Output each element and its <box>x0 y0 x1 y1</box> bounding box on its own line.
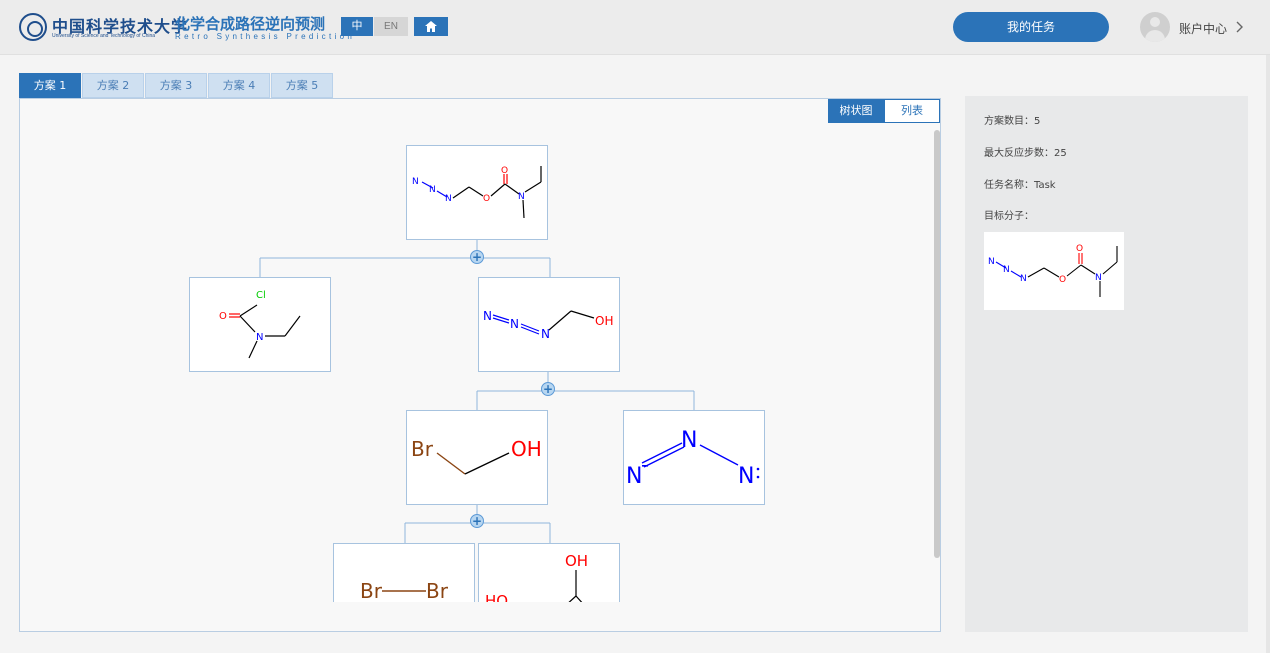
app-title-cn: 化学合成路径逆向预测 <box>175 16 326 33</box>
plan-count-text: 方案数目：5 <box>984 116 1041 127</box>
atom-label: Br <box>411 437 434 461</box>
atom-label: O <box>219 311 227 322</box>
page-scrollbar[interactable] <box>1266 55 1270 653</box>
atom-label: N <box>518 192 525 202</box>
home-button[interactable] <box>414 17 448 36</box>
atom-label: N <box>445 194 452 204</box>
my-tasks-button[interactable]: 我的任务 <box>953 12 1109 42</box>
chevron-right-icon[interactable] <box>1236 21 1244 33</box>
precursor-azide-card[interactable]: N N N <box>623 410 765 505</box>
atom-label: N <box>1095 273 1102 283</box>
carbamoyl-chloride-structure: Cl O N <box>219 290 301 359</box>
synthesis-tree: N N N O O N + Cl O N N N N OH + Br OH N … <box>20 125 932 602</box>
atom-label: N <box>1003 265 1010 275</box>
target-molecule-image: N N N O O N <box>984 232 1124 310</box>
app-title-en: Retro Synthesis Prediction <box>175 32 356 41</box>
atom-label: N <box>256 332 263 343</box>
atom-label: O <box>501 166 508 176</box>
atom-label: N <box>681 428 697 453</box>
tree-scrollbar[interactable] <box>934 130 940 558</box>
tab-plan-1[interactable]: 方案 1 <box>19 73 81 98</box>
atom-label: HO <box>485 592 508 602</box>
expand-node-button[interactable]: + <box>470 250 484 264</box>
expand-node-button[interactable]: + <box>470 514 484 528</box>
precursor-diol-card[interactable]: OH HO <box>478 543 620 602</box>
atom-label: N <box>541 327 550 341</box>
home-icon <box>425 21 437 32</box>
atom-label: N <box>429 185 436 195</box>
atom-label: N <box>1020 274 1027 284</box>
lang-zh-button[interactable]: 中 <box>341 17 373 36</box>
account-center-link[interactable]: 账户中心 <box>1179 20 1227 37</box>
lang-en-button[interactable]: EN <box>374 17 408 36</box>
list-view-button[interactable]: 列表 <box>884 99 940 123</box>
app-header: 中国科学技术大学 University of Science and Techn… <box>0 0 1270 55</box>
precursor-azidomethanol-card[interactable]: N N N OH <box>478 277 620 372</box>
task-name-text: 任务名称：Task <box>984 180 1056 191</box>
atom-label: O <box>1076 244 1083 254</box>
tree-view-button[interactable]: 树状图 <box>828 99 884 123</box>
atom-label: N <box>510 317 519 331</box>
atom-label: OH <box>595 314 613 328</box>
target-molecule-structure: N N N O O N <box>412 166 542 219</box>
target-molecule-label: 目标分子： <box>984 211 1034 222</box>
bromine-structure: Br Br <box>360 579 449 602</box>
expand-node-button[interactable]: + <box>541 382 555 396</box>
atom-label: O <box>483 194 490 204</box>
university-emblem-icon <box>19 13 47 41</box>
atom-label: N <box>483 309 492 323</box>
precursor-carbamoyl-chloride-card[interactable]: Cl O N <box>189 277 331 372</box>
target-molecule-card[interactable]: N N N O O N <box>406 145 548 240</box>
atom-label: N <box>988 257 995 267</box>
diol-structure: OH HO <box>485 552 588 602</box>
precursor-bromoethanol-card[interactable]: Br OH <box>406 410 548 505</box>
azide-structure: N N N <box>626 428 760 489</box>
atom-label: Cl <box>256 290 266 301</box>
atom-label: N <box>738 464 754 489</box>
max-steps-text: 最大反应步数：25 <box>984 148 1067 159</box>
atom-label: O <box>1059 275 1066 285</box>
atom-label: OH <box>511 437 542 461</box>
target-molecule-thumbnail: N N N O O N <box>988 244 1118 297</box>
tab-plan-4[interactable]: 方案 4 <box>208 73 270 98</box>
atom-label: N <box>626 464 642 489</box>
tab-plan-3[interactable]: 方案 3 <box>145 73 207 98</box>
tab-plan-5[interactable]: 方案 5 <box>271 73 333 98</box>
azidomethanol-structure: N N N OH <box>483 309 613 341</box>
atom-label: OH <box>565 552 588 570</box>
tab-plan-2[interactable]: 方案 2 <box>82 73 144 98</box>
atom-label: N <box>412 177 419 187</box>
bromoethanol-structure: Br OH <box>411 437 542 475</box>
atom-label: Br <box>360 579 383 602</box>
university-name-en: University of Science and Technology of … <box>52 33 156 39</box>
atom-label: Br <box>426 579 449 602</box>
precursor-bromine-card[interactable]: Br Br <box>333 543 475 602</box>
avatar[interactable] <box>1140 12 1170 42</box>
